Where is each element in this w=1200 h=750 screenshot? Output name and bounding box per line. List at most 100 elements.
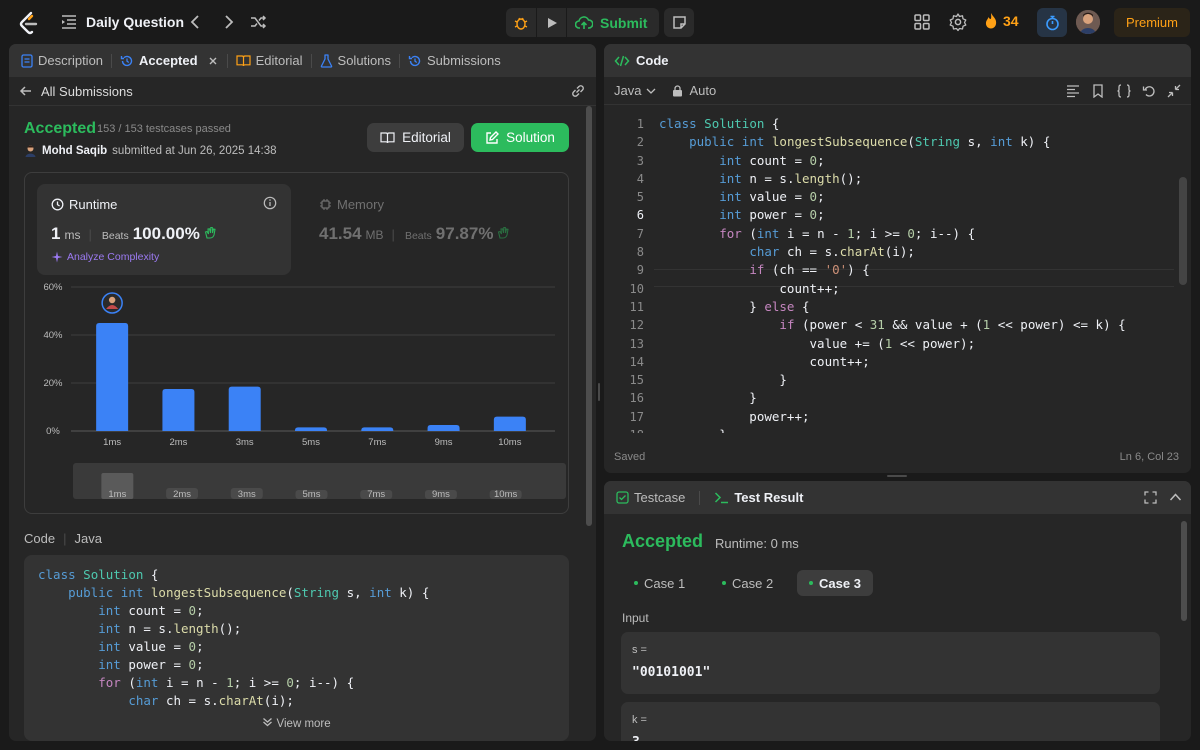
runtime-value: 1 [51,224,61,243]
line-number: 10 [629,281,644,296]
shuffle-icon[interactable] [248,12,268,32]
info-icon[interactable] [263,196,277,210]
tab-label: Accepted [139,53,198,68]
x-tick-label: 3ms [236,437,254,448]
test-runtime: Runtime: 0 ms [715,536,799,551]
bookmark-icon[interactable] [1092,84,1104,98]
curly-braces-icon[interactable] [1116,84,1132,98]
avatar-image-icon [1076,10,1100,34]
tab-divider [226,53,228,68]
minimize-icon[interactable] [1167,84,1181,98]
all-submissions-link[interactable]: All Submissions [41,84,133,99]
case-tab-3[interactable]: Case 3 [797,570,873,596]
line-number: 1 [636,117,644,131]
format-align-icon[interactable] [1066,84,1080,98]
case-tab-1[interactable]: Case 1 [622,570,697,596]
editor-scrollbar[interactable] [1179,177,1187,285]
memory-beats-percent: 97.87% [435,224,494,243]
debug-button[interactable] [506,8,536,37]
submit-button[interactable]: Submit [566,8,659,37]
memory-beats-label: Beats [404,230,432,242]
editorial-button[interactable]: Editorial [367,123,464,152]
leetcode-logo-icon[interactable] [16,10,42,36]
tab-testcase[interactable]: Testcase [616,481,693,514]
tab-editorial[interactable]: Editorial [235,44,311,77]
runtime-distribution-chart[interactable]: 60% 40% 20% 0% 1ms 2ms 3ms 5ms 7ms 9ms 10ms 1ms 2ms 3… [25,277,570,515]
editor-code-text[interactable]: class Solution { public int longestSubse… [659,115,1126,433]
runtime-values: 1 ms | Beats 100.00% [51,224,218,244]
tab-divider [399,53,401,68]
submitter-name[interactable]: Mohd Saqib [42,145,107,157]
close-tab-icon[interactable] [207,55,219,67]
layout-grid-icon[interactable] [912,12,932,32]
settings-gear-icon[interactable] [948,12,968,32]
tab-label: Test Result [734,490,804,505]
line-number: 4 [636,171,644,186]
all-submissions-bar: All Submissions [9,77,596,106]
play-icon [547,17,557,28]
submission-status: Accepted [24,120,97,137]
solution-label: Solution [506,130,555,145]
test-scrollbar[interactable] [1181,521,1187,621]
submit-label: Submit [600,14,648,31]
chevrons-down-icon [263,718,273,727]
memory-header: Memory [319,197,384,212]
tab-submissions[interactable]: Submissions [408,44,509,77]
chevron-up-icon[interactable] [1169,492,1182,502]
terminal-icon [715,492,729,504]
cloud-upload-icon [575,15,593,29]
language-select[interactable]: Java [614,83,641,98]
line-number: 12 [629,318,644,333]
analyze-complexity-link[interactable]: Analyze Complexity [51,251,159,263]
edit-icon [486,130,500,144]
prev-question-icon[interactable] [186,12,206,32]
submission-panel: Description Accepted Editorial Solutions… [9,44,596,741]
streak-count: 34 [1003,12,1019,29]
code-preview-text: class Solution { public int longestSubse… [38,567,430,708]
auto-mode-label[interactable]: Auto [689,83,716,98]
tab-test-result[interactable]: Test Result [714,481,811,514]
runtime-stat[interactable]: Runtime 1 ms | Beats 100.00% Analyze Com… [37,184,291,275]
user-avatar[interactable] [1076,10,1100,34]
clock-icon [51,198,64,211]
reset-icon[interactable] [1142,84,1156,98]
streak-counter[interactable]: 34 [984,12,1019,29]
solution-button[interactable]: Solution [471,123,569,152]
tab-label: Solutions [337,53,392,68]
checkbox-icon [616,491,629,504]
line-number-gutter: 123456789101112131415161718 [604,115,644,433]
tab-solutions[interactable]: Solutions [320,44,399,77]
premium-button[interactable]: Premium [1114,8,1190,37]
submitted-code-preview: class Solution { public int longestSubse… [24,555,569,741]
arrow-left-icon[interactable] [19,84,33,98]
performance-card: Runtime 1 ms | Beats 100.00% Analyze Com… [24,172,569,514]
code-editor-header: Code [604,44,1191,77]
maximize-icon[interactable] [1144,491,1157,504]
run-button[interactable] [536,8,566,37]
vertical-resize-handle[interactable] [598,383,600,401]
range-tick-label: 1ms [108,489,126,500]
line-number: 14 [629,354,644,369]
problem-list-icon[interactable] [60,13,78,31]
share-link-icon[interactable] [570,84,586,98]
page-title[interactable]: Daily Question [86,14,184,30]
chevron-down-icon[interactable] [646,87,656,95]
tab-divider [111,53,113,68]
view-more-button[interactable]: View more [24,717,569,730]
notes-button[interactable] [664,8,694,37]
code-editor[interactable]: 123456789101112131415161718 class Soluti… [604,107,1191,433]
panel-resize-handle[interactable] [887,475,907,477]
tab-accepted[interactable]: Accepted [120,44,227,77]
lock-icon [673,84,683,96]
case-tab-2[interactable]: Case 2 [710,570,785,596]
clap-icon [204,226,216,239]
tab-description[interactable]: Description [21,44,111,77]
line-number: 15 [629,373,644,388]
left-scrollbar[interactable] [586,106,592,526]
chart-bar [162,389,195,431]
memory-stat[interactable]: Memory 41.54 MB | Beats 97.87% [305,184,559,275]
next-question-icon[interactable] [218,12,238,32]
range-tick-label: 2ms [173,489,191,500]
timer-button[interactable] [1037,8,1067,37]
line-number: 18 [604,426,644,433]
